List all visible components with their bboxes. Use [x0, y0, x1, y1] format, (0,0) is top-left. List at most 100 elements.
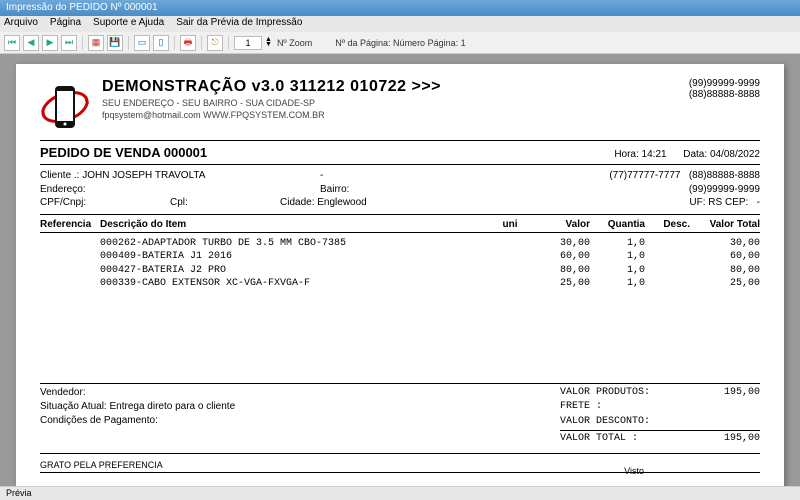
- item-uni: [490, 250, 530, 264]
- item-total: 25,00: [690, 277, 760, 291]
- item-uni: [490, 237, 530, 251]
- cliente-label: Cliente .:: [40, 170, 79, 181]
- cust-phone-a: (77)77777-7777: [609, 170, 680, 181]
- separator: [174, 36, 175, 50]
- item-disc: [645, 237, 690, 251]
- zoom-input[interactable]: [234, 36, 262, 50]
- desconto-label: VALOR DESCONTO:: [560, 415, 690, 430]
- close-icon[interactable]: ⎋: [207, 35, 223, 51]
- total-label: VALOR TOTAL :: [560, 432, 690, 447]
- separator: [82, 36, 83, 50]
- phone-2: (88)88888-8888: [689, 89, 760, 100]
- item-total: 30,00: [690, 237, 760, 251]
- titlebar: Impressão do PEDIDO Nº 000001: [0, 0, 800, 16]
- footer-left: Vendedor: Situação Atual: Entrega direto…: [40, 386, 560, 447]
- divider: [40, 140, 760, 141]
- item-total: 60,00: [690, 250, 760, 264]
- nav-last-icon[interactable]: ⏭: [61, 35, 77, 51]
- item-qty: 1,0: [590, 277, 645, 291]
- cpl-label: Cpl:: [170, 196, 280, 210]
- zoom-spinner-icon[interactable]: ▲▼: [265, 38, 272, 48]
- col-quantia: Quantia: [590, 219, 645, 230]
- menu-arquivo[interactable]: Arquivo: [4, 17, 38, 31]
- items-header: Referencia Descrição do Item uni Valor Q…: [40, 219, 760, 230]
- col-uni: uni: [490, 219, 530, 230]
- col-referencia: Referencia: [40, 219, 100, 230]
- item-row: 000339-CABO EXTENSOR XC-VGA-FXVGA-F 25,00…: [40, 277, 760, 291]
- company-address: SEU ENDEREÇO - SEU BAIRRO - SUA CIDADE-S…: [102, 98, 677, 108]
- item-uni: [490, 264, 530, 278]
- uf-label: UF:: [689, 197, 705, 208]
- bairro-label: Bairro:: [320, 183, 440, 197]
- layout-b-icon[interactable]: ▯: [153, 35, 169, 51]
- customer-block: Cliente .: JOHN JOSEPH TRAVOLTA - (77)77…: [40, 169, 760, 210]
- nav-next-icon[interactable]: ▶: [42, 35, 58, 51]
- item-desc: 000427-BATERIA J2 PRO: [40, 264, 490, 278]
- item-row: 000409-BATERIA J1 201660,001,060,00: [40, 250, 760, 264]
- situacao-value: Entrega direto para o cliente: [110, 401, 236, 412]
- order-header: PEDIDO DE VENDA 000001 Hora: 14:21 Data:…: [40, 145, 760, 160]
- menu-sair[interactable]: Sair da Prévia de Impressão: [176, 17, 302, 31]
- item-qty: 1,0: [590, 237, 645, 251]
- endereco-label: Endereço:: [40, 183, 320, 197]
- cust-phone-b: (88)88888-8888: [689, 170, 760, 181]
- company-name: DEMONSTRAÇÃO v3.0 311212 010722 >>>: [102, 78, 677, 96]
- menubar: Arquivo Página Suporte e Ajuda Sair da P…: [0, 16, 800, 32]
- item-desc: 000262-ADAPTADOR TURBO DE 3.5 MM CBO-738…: [40, 237, 490, 251]
- divider: [40, 232, 760, 233]
- footer-totals: VALOR PRODUTOS:195,00 FRETE : VALOR DESC…: [560, 386, 760, 447]
- divider: [40, 453, 760, 454]
- phone-logo-icon: [40, 78, 90, 136]
- data-value: 04/08/2022: [710, 149, 760, 160]
- item-total: 80,00: [690, 264, 760, 278]
- divider: [40, 383, 760, 384]
- col-total: Valor Total: [690, 219, 760, 230]
- divider: [40, 164, 760, 165]
- save-icon[interactable]: 💾: [107, 35, 123, 51]
- header-text: DEMONSTRAÇÃO v3.0 311212 010722 >>> SEU …: [102, 78, 677, 136]
- item-disc: [645, 277, 690, 291]
- divider: [40, 214, 760, 215]
- nav-prev-icon[interactable]: ◀: [23, 35, 39, 51]
- item-valor: 25,00: [530, 277, 590, 291]
- vendedor-label: Vendedor:: [40, 386, 560, 400]
- desconto-value: [690, 415, 760, 430]
- item-qty: 1,0: [590, 250, 645, 264]
- zoom-label: Nº Zoom: [277, 38, 312, 48]
- nav-first-icon[interactable]: ⏮: [4, 35, 20, 51]
- divider: [560, 430, 760, 431]
- item-desc: 000409-BATERIA J1 2016: [40, 250, 490, 264]
- col-descricao: Descrição do Item: [100, 219, 490, 230]
- company-logo: [40, 78, 90, 136]
- dash: -: [320, 169, 440, 183]
- separator: [128, 36, 129, 50]
- menu-pagina[interactable]: Página: [50, 17, 81, 31]
- cust-phone-c: (99)99999-9999: [440, 183, 760, 197]
- item-desc: 000339-CABO EXTENSOR XC-VGA-FXVGA-F: [40, 277, 490, 291]
- spacer: [40, 291, 760, 381]
- preview-area[interactable]: DEMONSTRAÇÃO v3.0 311212 010722 >>> SEU …: [0, 54, 800, 486]
- item-row: 000427-BATERIA J2 PRO80,001,080,00: [40, 264, 760, 278]
- item-valor: 30,00: [530, 237, 590, 251]
- export-icon[interactable]: ▦: [88, 35, 104, 51]
- item-valor: 60,00: [530, 250, 590, 264]
- page-number-label: Nº da Página: Número Página: 1: [335, 38, 465, 48]
- print-icon[interactable]: 🖶: [180, 35, 196, 51]
- divider: [40, 472, 760, 473]
- window-title: Impressão do PEDIDO Nº 000001: [6, 2, 158, 13]
- separator: [228, 36, 229, 50]
- cpf-label: CPF/Cnpj:: [40, 196, 170, 210]
- order-title: PEDIDO DE VENDA 000001: [40, 145, 207, 160]
- produtos-label: VALOR PRODUTOS:: [560, 386, 690, 401]
- items-list: 000262-ADAPTADOR TURBO DE 3.5 MM CBO-738…: [40, 237, 760, 291]
- menu-suporte[interactable]: Suporte e Ajuda: [93, 17, 164, 31]
- item-disc: [645, 264, 690, 278]
- footer-block: Vendedor: Situação Atual: Entrega direto…: [40, 386, 760, 447]
- thanks-text: GRATO PELA PREFERENCIA: [40, 460, 760, 470]
- document-page: DEMONSTRAÇÃO v3.0 311212 010722 >>> SEU …: [16, 64, 784, 486]
- cidade-label: Cidade:: [280, 197, 314, 208]
- data-label: Data:: [683, 149, 707, 160]
- header: DEMONSTRAÇÃO v3.0 311212 010722 >>> SEU …: [40, 78, 760, 136]
- frete-label: FRETE :: [560, 400, 690, 415]
- layout-a-icon[interactable]: ▭: [134, 35, 150, 51]
